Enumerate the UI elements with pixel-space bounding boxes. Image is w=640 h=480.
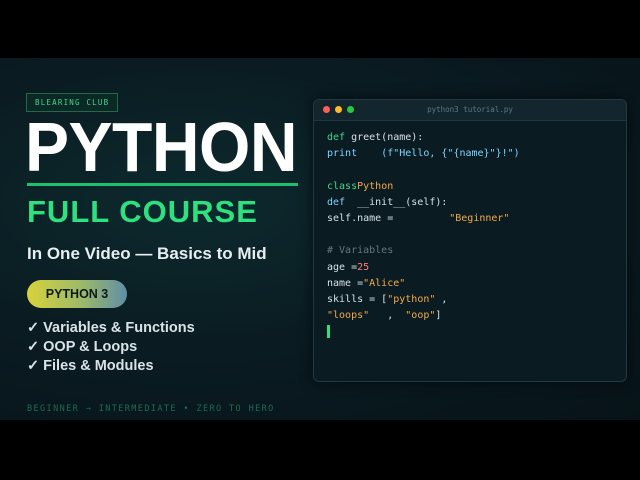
code-line: "loops" , "oop"] <box>327 308 520 324</box>
checkmark-icon: ✓ <box>27 339 40 355</box>
editor-titlebar: python3 tutorial.py <box>314 100 626 121</box>
feature-item: ✓ Variables & Functions <box>27 319 195 338</box>
code-string: (f"Hello, {"{name}"}!") <box>357 148 520 160</box>
code-line: print (f"Hello, {"{name}"}!") <box>327 146 520 162</box>
code-block: def greet(name): print (f"Hello, {"{name… <box>327 130 520 340</box>
code-line: # Variables <box>327 243 520 259</box>
code-string: "python" <box>387 293 436 305</box>
course-subtitle: FULL COURSE <box>27 194 258 229</box>
keyword: def <box>327 132 346 143</box>
editor-filename: python3 tutorial.py <box>427 105 513 114</box>
title-divider <box>27 183 298 186</box>
code-text: greet(name): <box>345 132 424 143</box>
code-text: ] <box>435 310 442 322</box>
code-number: 25 <box>357 261 370 273</box>
keyword: def <box>327 196 346 208</box>
code-line <box>327 324 520 340</box>
code-text: age = <box>327 261 358 273</box>
feature-label: Variables & Functions <box>43 320 195 336</box>
code-line: name ="Alice" <box>327 276 520 292</box>
class-name: Python <box>357 180 394 192</box>
code-text: , <box>369 310 406 322</box>
code-line: age =25 <box>327 260 520 276</box>
thumbnail-frame: BLEARING CLUB PYTHON FULL COURSE In One … <box>0 58 640 420</box>
course-title: PYTHON <box>25 108 298 186</box>
keyword: class <box>327 180 358 192</box>
code-line: self.name = "Beginner" <box>327 211 520 227</box>
code-text: self.name = <box>327 212 394 224</box>
python-version-badge: PYTHON 3 <box>27 280 127 308</box>
code-string: "oop" <box>405 310 436 322</box>
feature-label: Files & Modules <box>43 358 154 374</box>
feature-list: ✓ Variables & Functions ✓ OOP & Loops ✓ Fil… <box>27 319 195 376</box>
keyword: print <box>327 148 358 160</box>
feature-item: ✓ Files & Modules <box>27 357 195 376</box>
code-line: def greet(name): <box>327 130 520 146</box>
code-comment: # Variables <box>327 245 394 257</box>
code-string: "Alice" <box>363 277 406 289</box>
tagline: In One Video — Basics to Mid <box>27 244 267 263</box>
code-text: __init__(self): <box>345 196 448 208</box>
code-line: classPython <box>327 179 520 195</box>
code-text: skills = [ <box>327 293 388 305</box>
code-editor-window: python3 tutorial.py def greet(name): pri… <box>313 99 627 382</box>
footer-tagline: BEGINNER → INTERMEDIATE • ZERO TO HERO <box>27 404 275 414</box>
feature-label: OOP & Loops <box>43 339 138 355</box>
code-string: "loops" <box>327 310 370 322</box>
code-line: def __init__(self): <box>327 195 520 211</box>
code-text: , <box>435 293 448 305</box>
feature-item: ✓ OOP & Loops <box>27 338 195 357</box>
code-line: skills = ["python" , <box>327 292 520 308</box>
checkmark-icon: ✓ <box>27 320 40 336</box>
checkmark-icon: ✓ <box>27 358 40 374</box>
code-string: "Beginner" <box>449 212 510 224</box>
code-text: name = <box>327 277 364 289</box>
text-cursor-icon <box>327 324 330 338</box>
